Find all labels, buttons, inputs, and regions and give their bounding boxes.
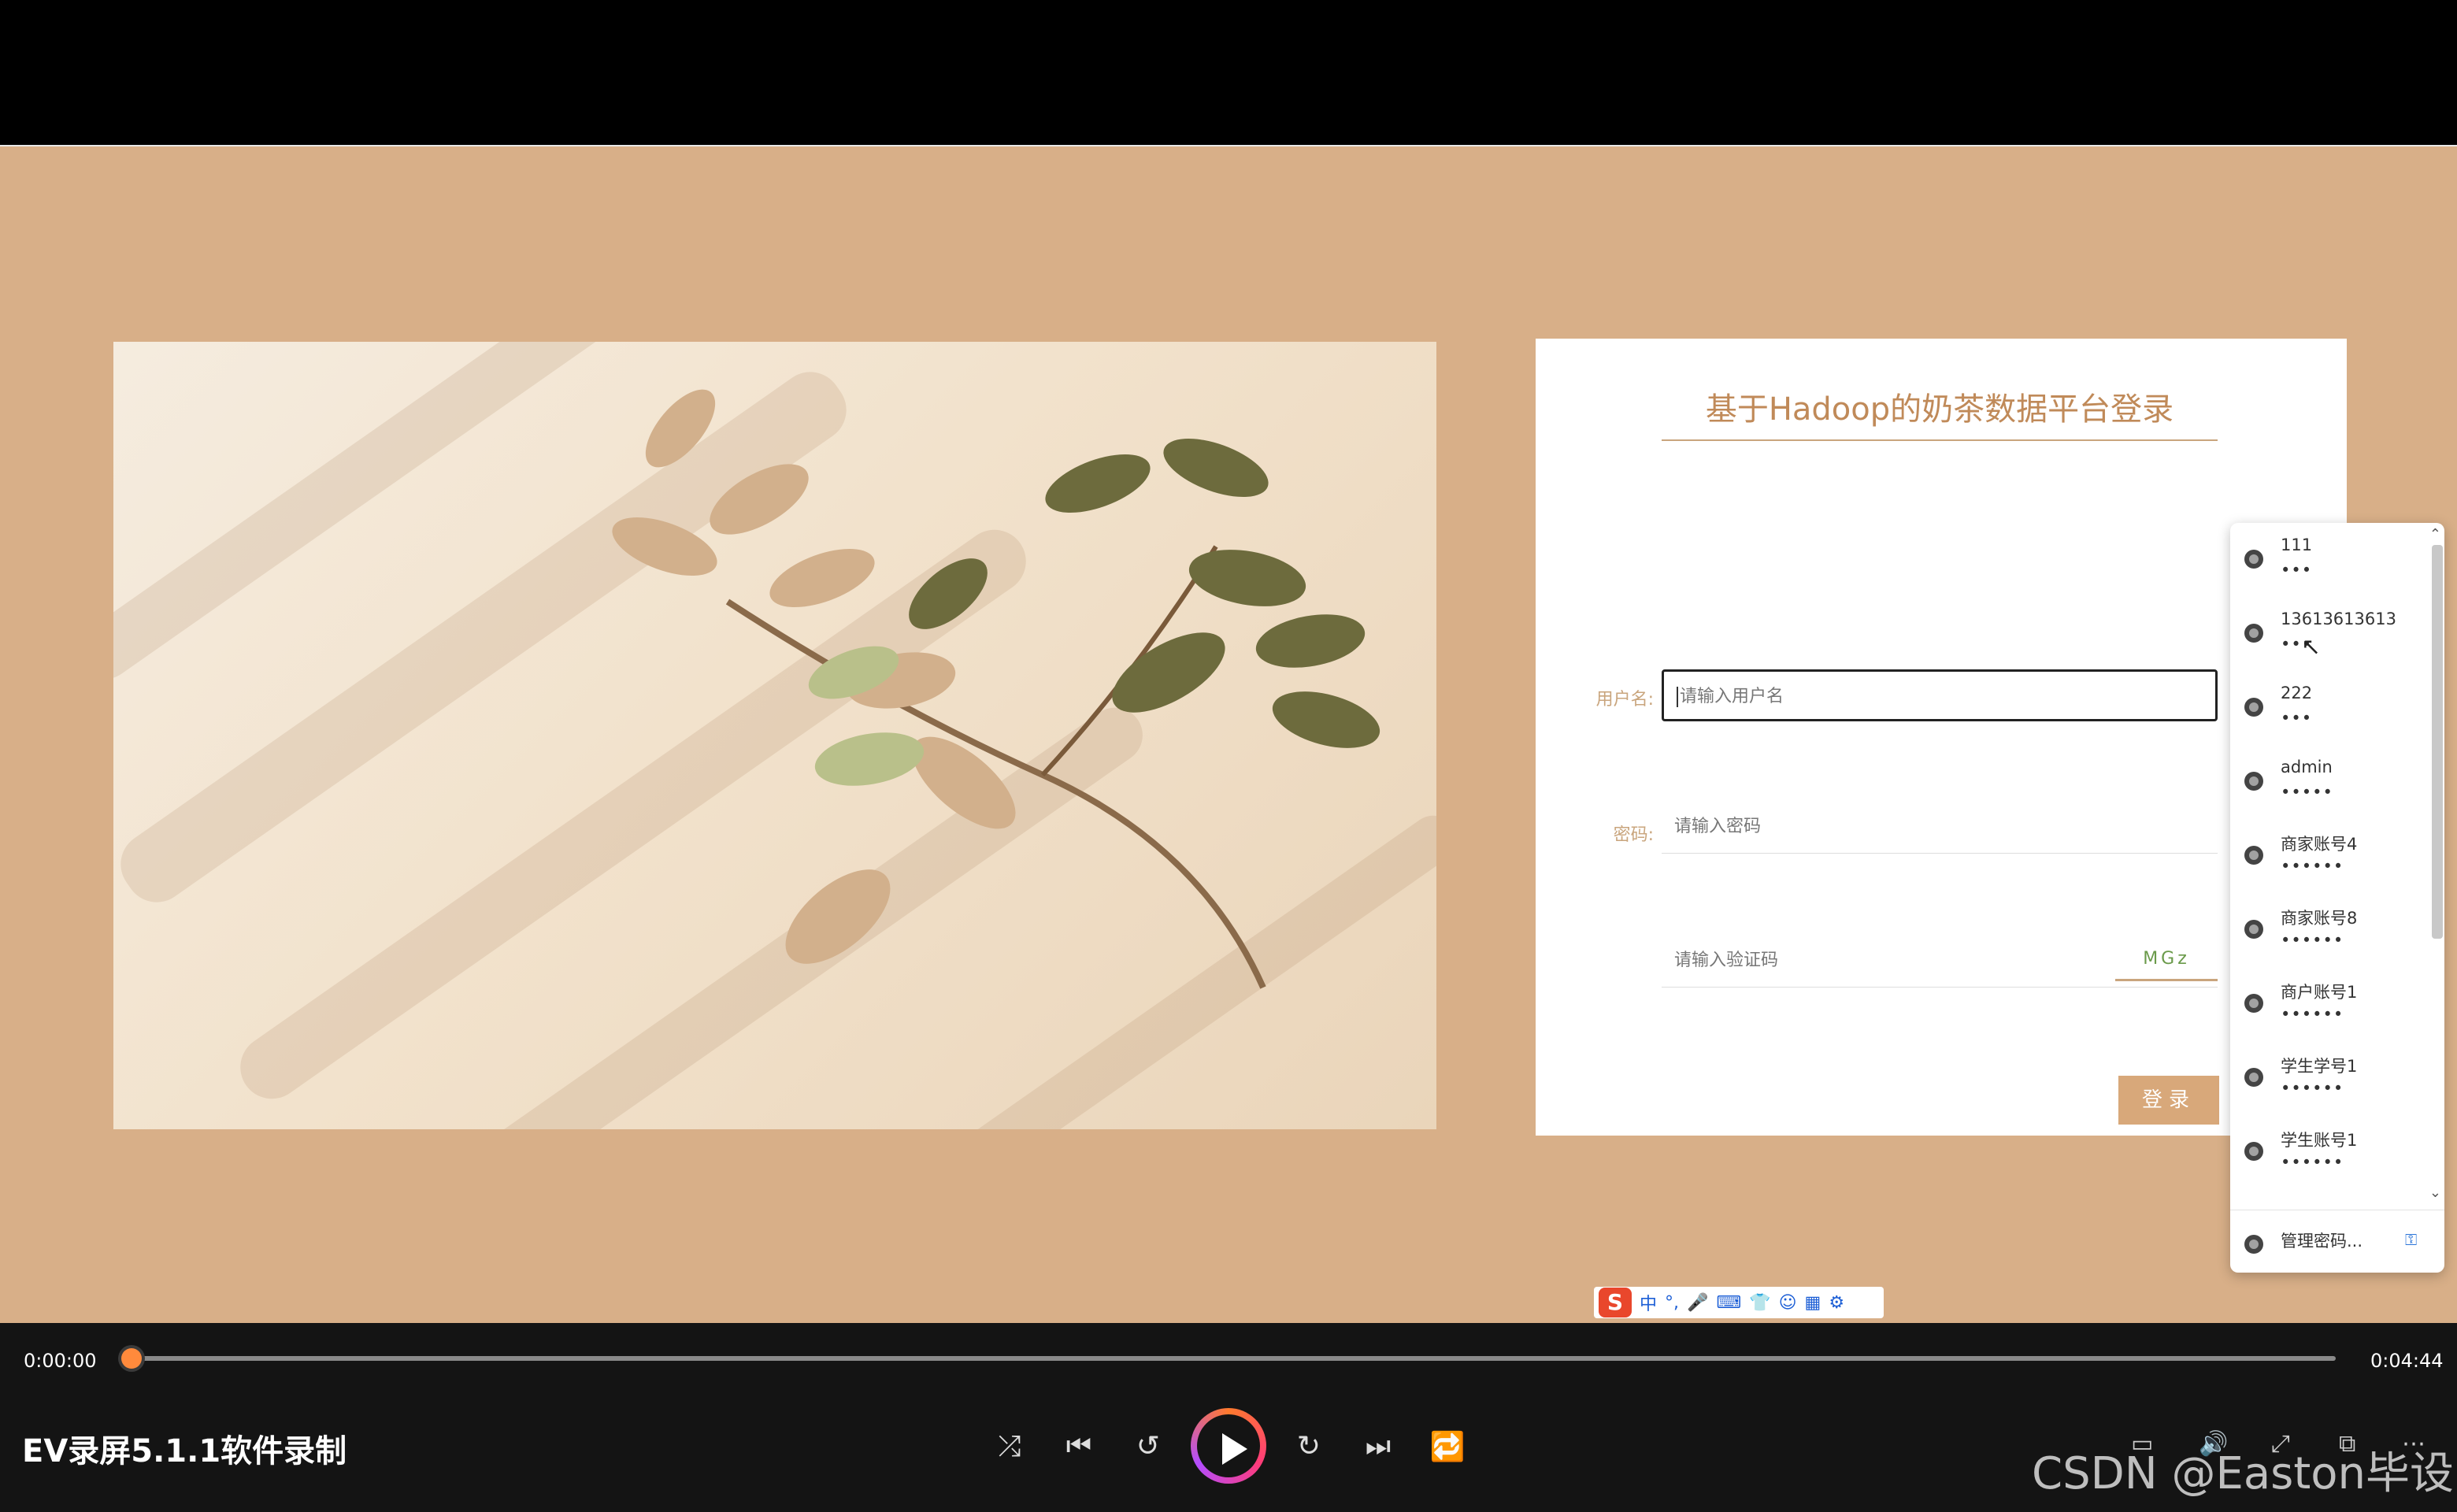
autofill-item[interactable]: 13613613613 ••• <box>2230 597 2429 671</box>
captcha-input[interactable]: 请输入验证码 MGz <box>1662 936 2218 988</box>
shuffle-icon[interactable]: ⤮ <box>991 1430 1028 1463</box>
autofill-item[interactable]: 学生账号1 •••••• <box>2230 1115 2429 1189</box>
login-button[interactable]: 登录 <box>2118 1076 2219 1125</box>
ime-toolbar: S 中 °, 🎤 ⌨ 👕 ☺ ▦ ⚙ <box>1594 1287 1884 1318</box>
repeat-icon[interactable]: 🔁 <box>1429 1430 1466 1463</box>
rewind-10-icon[interactable]: ↺ <box>1129 1430 1167 1462</box>
punct-icon[interactable]: °, <box>1665 1293 1679 1313</box>
hero-image-leaves <box>113 342 1436 1129</box>
password-placeholder: 请输入密码 <box>1674 817 1762 836</box>
password-autofill-dropdown: 111 ••• 13613613613 ••• 222 ••• admin ••… <box>2230 523 2444 1273</box>
chrome-icon <box>2244 1235 2263 1254</box>
dropdown-scrollbar[interactable] <box>2432 545 2443 939</box>
login-panel: 基于Hadoop的奶茶数据平台登录 用户名: 请输入用户名 密码: 请输入密码 … <box>1536 339 2347 1136</box>
autofill-item[interactable]: 学生学号1 •••••• <box>2230 1041 2429 1115</box>
globe-icon <box>2244 550 2263 569</box>
previous-icon[interactable]: ⏮ <box>1060 1430 1098 1463</box>
key-icon: ⚿ <box>2405 1230 2418 1249</box>
forward-30-icon[interactable]: ↻ <box>1290 1430 1328 1462</box>
autofill-item[interactable]: 商家账号8 •••••• <box>2230 893 2429 967</box>
total-time: 0:04:44 <box>2370 1350 2444 1372</box>
scroll-up-icon[interactable]: ⌃ <box>2429 526 2441 543</box>
apps-icon[interactable]: ▦ <box>1805 1293 1821 1313</box>
manage-passwords-link[interactable]: 管理密码... <box>2281 1228 2362 1252</box>
username-input[interactable]: 请输入用户名 <box>1662 669 2218 721</box>
sogou-icon[interactable]: S <box>1599 1288 1632 1317</box>
globe-icon <box>2244 920 2263 939</box>
next-icon[interactable]: ⏭ <box>1359 1430 1397 1463</box>
password-input[interactable]: 请输入密码 <box>1662 802 2218 854</box>
login-title: 基于Hadoop的奶茶数据平台登录 <box>1662 386 2218 441</box>
settings-icon[interactable]: ⚙ <box>1829 1293 1844 1313</box>
globe-icon <box>2244 1068 2263 1087</box>
mouse-cursor-icon: ↖ <box>2301 633 2322 661</box>
progress-track[interactable] <box>129 1356 2336 1361</box>
autofill-item[interactable]: 商家账号4 •••••• <box>2230 819 2429 893</box>
globe-icon <box>2244 846 2263 865</box>
autofill-item[interactable]: 商户账号1 •••••• <box>2230 967 2429 1041</box>
current-time: 0:00:00 <box>24 1350 97 1372</box>
autofill-item[interactable]: admin ••••• <box>2230 745 2429 819</box>
globe-icon <box>2244 1142 2263 1161</box>
top-black-bar <box>0 0 2457 145</box>
autofill-item[interactable]: 111 ••• <box>2230 523 2429 597</box>
scroll-down-icon[interactable]: ⌄ <box>2429 1184 2441 1201</box>
autofill-item[interactable]: 222 ••• <box>2230 671 2429 745</box>
video-frame: 基于Hadoop的奶茶数据平台登录 用户名: 请输入用户名 密码: 请输入密码 … <box>0 145 2457 1323</box>
mic-icon[interactable]: 🎤 <box>1687 1293 1708 1313</box>
csdn-watermark: CSDN @Easton毕设 <box>2032 1448 2455 1499</box>
progress-knob[interactable] <box>121 1348 142 1369</box>
text-caret <box>1677 687 1678 707</box>
globe-icon <box>2244 698 2263 717</box>
captcha-image[interactable]: MGz <box>2115 942 2218 981</box>
skin-icon[interactable]: 👕 <box>1749 1293 1770 1313</box>
username-label: 用户名: <box>1595 690 1654 710</box>
globe-icon <box>2244 994 2263 1013</box>
password-label: 密码: <box>1613 825 1654 845</box>
app-name: EV录屏5.1.1软件录制 <box>22 1433 347 1469</box>
emoji-icon[interactable]: ☺ <box>1779 1293 1797 1313</box>
zh-icon[interactable]: 中 <box>1640 1290 1657 1315</box>
username-placeholder: 请输入用户名 <box>1680 687 1784 706</box>
play-icon <box>1222 1433 1247 1465</box>
leaf-branch-illustration <box>612 389 1380 989</box>
captcha-placeholder: 请输入验证码 <box>1674 951 1779 970</box>
keyboard-icon[interactable]: ⌨ <box>1716 1293 1741 1313</box>
globe-icon <box>2244 772 2263 791</box>
globe-icon <box>2244 624 2263 643</box>
play-button[interactable] <box>1191 1408 1266 1484</box>
